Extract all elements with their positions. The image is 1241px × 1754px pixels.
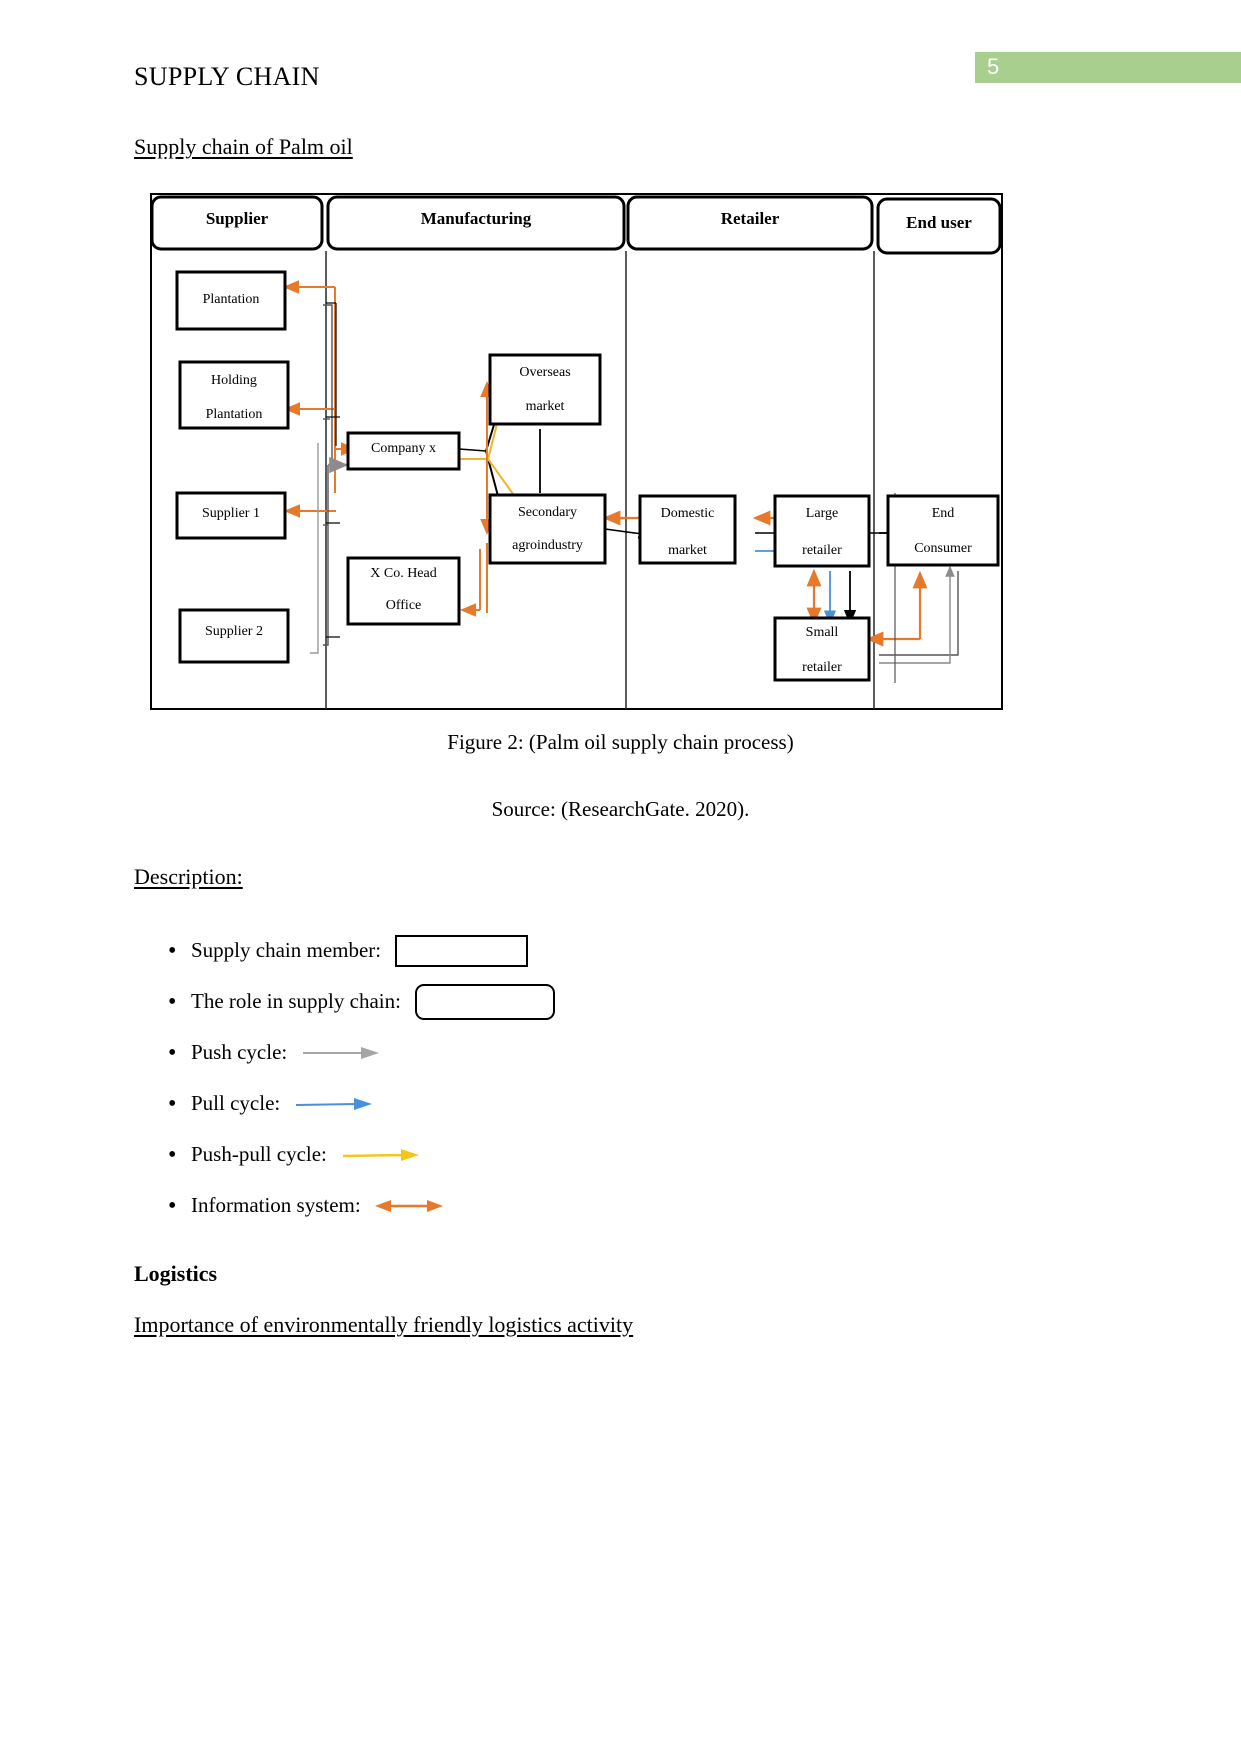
node-label-domestic-market-line1: Domestic (660, 506, 715, 521)
node-label-plantation: Plantation (202, 292, 260, 307)
node-label-holding-plantation-line1: Holding (211, 373, 257, 388)
supply-chain-member-field[interactable] (395, 934, 529, 967)
lane-label-manufacturing: Manufacturing (420, 209, 532, 228)
node-label-overseas-market-line1: Overseas (519, 365, 571, 380)
list-item-label: The role in supply chain: (191, 989, 401, 1013)
bullet-icon: • (168, 1039, 177, 1066)
node-label-x-co-head-office-line1: X Co. Head (370, 566, 437, 581)
heading-importance-of-environmentally-friendly-logistics: Importance of environmentally friendly l… (134, 1312, 634, 1337)
heading-logistics: Logistics (134, 1261, 218, 1286)
list-item-label: Pull cycle: (191, 1091, 281, 1115)
node-label-small-retailer-line1: Small (805, 625, 839, 640)
lane-label-end-user: End user (906, 213, 972, 232)
bullet-icon: • (168, 937, 177, 964)
heading-supply-chain-of-palm-oil: Supply chain of Palm oil (134, 134, 353, 159)
node-label-secondary-agroindustry-line2: agroindustry (512, 538, 583, 553)
lane-label-retailer: Retailer (720, 209, 780, 228)
node-label-end-consumer-line1: End (931, 506, 955, 521)
page-number-badge: 5 (975, 52, 1241, 83)
list-item-push-pull-cycle: • Push-pull cycle: (165, 1129, 865, 1180)
node-label-large-retailer-line1: Large (805, 506, 839, 521)
information-system-arrow-icon (374, 1199, 443, 1212)
document-title: SUPPLY CHAIN (134, 62, 320, 91)
node-label-company-x: Company x (371, 441, 436, 456)
node-label-supplier-1: Supplier 1 (202, 506, 260, 521)
node-label-domestic-market-line2: market (668, 543, 707, 558)
list-item-push-cycle: • Push cycle: (165, 1027, 865, 1078)
node-label-large-retailer-line2: retailer (802, 543, 842, 558)
role-in-supply-chain-field[interactable] (414, 983, 555, 1020)
node-label-secondary-agroindustry-line1: Secondary (517, 505, 578, 520)
figure-source: Source: (ResearchGate. 2020). (491, 797, 750, 821)
push-pull-cycle-arrow-icon (342, 1148, 419, 1161)
push-cycle-arrow-icon (303, 1046, 380, 1059)
figure-caption: Figure 2: (Palm oil supply chain process… (447, 730, 794, 754)
node-label-overseas-market-line2: market (525, 399, 565, 414)
list-item-label: Information system: (191, 1193, 361, 1217)
lane-label-supplier: Supplier (205, 209, 269, 228)
list-item-label: Supply chain member: (191, 938, 382, 962)
heading-description: Description: (134, 864, 243, 889)
page-number: 5 (987, 54, 1000, 79)
list-item-role-in-supply-chain: • The role in supply chain: (165, 976, 865, 1027)
list-item-label: Push cycle: (191, 1040, 288, 1064)
bullet-icon: • (168, 1090, 177, 1117)
palm-oil-supply-chain-diagram: Supplier Manufacturing Retailer End user… (150, 193, 1003, 710)
node-label-end-consumer-line2: Consumer (914, 541, 972, 556)
node-label-small-retailer-line2: retailer (802, 660, 842, 675)
list-item-pull-cycle: • Pull cycle: (165, 1078, 865, 1129)
list-item-supply-chain-member: • Supply chain member: (165, 925, 865, 976)
pull-cycle-arrow-icon (296, 1097, 373, 1110)
node-label-holding-plantation-line2: Plantation (205, 407, 263, 422)
bullet-icon: • (168, 1192, 177, 1219)
list-item-label: Push-pull cycle: (191, 1142, 327, 1166)
bullet-icon: • (168, 988, 177, 1015)
node-label-supplier-2: Supplier 2 (205, 624, 263, 639)
bullet-icon: • (168, 1141, 177, 1168)
node-label-x-co-head-office-line2: Office (385, 598, 422, 613)
description-bullet-list: • Supply chain member: • The role in sup… (165, 925, 865, 1231)
list-item-information-system: • Information system: (165, 1180, 865, 1231)
